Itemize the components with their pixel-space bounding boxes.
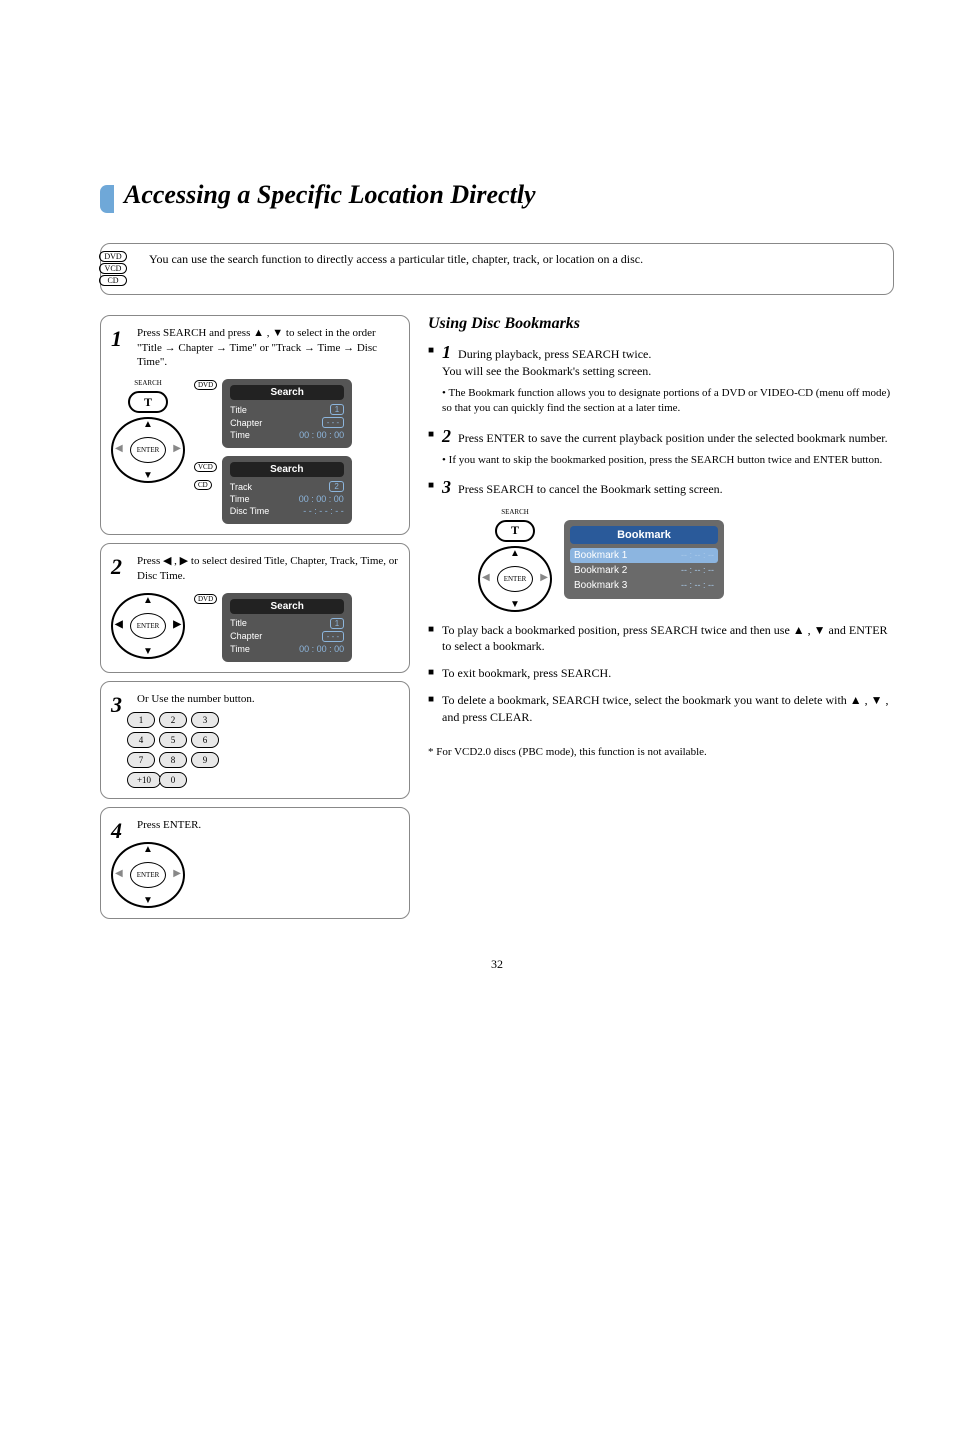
- search-osd-dvd: Search Title1 Chapter- - - Time00 : 00 :…: [222, 379, 352, 448]
- dpad-step2[interactable]: ▲ ▼ ◀ ▶ ENTER: [111, 593, 185, 659]
- right-step-1-text-a: During playback, press SEARCH twice.: [458, 347, 651, 361]
- bookmark-osd-header: Bookmark: [570, 526, 718, 544]
- step-3-box: 3 Or Use the number button. 1 2 3 4 5 6 …: [100, 681, 410, 799]
- bullet-icon: ■: [428, 694, 434, 705]
- right-step-1-number: 1: [442, 342, 451, 362]
- right-step-3-text: Press SEARCH to cancel the Bookmark sett…: [458, 482, 723, 496]
- right-step-1-text-b: You will see the Bookmark's setting scre…: [442, 364, 651, 378]
- numpad-9[interactable]: 9: [191, 752, 219, 768]
- step-2-text: Press ◀ , ▶ to select desired Title, Cha…: [137, 554, 399, 583]
- disc-mini-dvd2: DVD: [194, 594, 217, 604]
- dpad-left-icon[interactable]: ◀: [115, 868, 123, 879]
- dpad-right-icon[interactable]: ▶: [540, 572, 548, 583]
- right-step-2-number: 2: [442, 426, 451, 446]
- numpad-2[interactable]: 2: [159, 712, 187, 728]
- dpad-down-icon[interactable]: ▼: [510, 599, 520, 610]
- bullet-icon: ■: [428, 480, 434, 491]
- bookmark-2-label: Bookmark 2: [574, 565, 627, 576]
- dpad-right-icon[interactable]: ▶: [173, 619, 181, 630]
- dpad-down-icon[interactable]: ▼: [143, 895, 153, 906]
- intro-banner: DVD VCD CD You can use the search functi…: [100, 243, 894, 295]
- dpad-down-icon[interactable]: ▼: [143, 470, 153, 481]
- numpad-6[interactable]: 6: [191, 732, 219, 748]
- bookmark-osd: Bookmark Bookmark 1-- : -- : -- Bookmark…: [564, 520, 724, 599]
- right-bullet-2: To exit bookmark, press SEARCH.: [442, 665, 611, 682]
- enter-button[interactable]: ENTER: [497, 566, 533, 592]
- search-button[interactable]: T: [128, 391, 168, 413]
- step-1-number: 1: [111, 326, 122, 352]
- numpad-8[interactable]: 8: [159, 752, 187, 768]
- step-3-text: Or Use the number button.: [137, 692, 399, 706]
- search-button-label: SEARCH: [134, 379, 162, 387]
- bullet-icon: ■: [428, 345, 434, 356]
- numpad-plus10[interactable]: +10: [127, 772, 161, 788]
- dpad-left-icon[interactable]: ◀: [115, 443, 123, 454]
- right-step-2-text: Press ENTER to save the current playback…: [458, 431, 888, 445]
- left-column: 1 Press SEARCH and press ▲ , ▼ to select…: [100, 315, 410, 927]
- disc-label-vcd: VCD: [99, 263, 127, 274]
- numpad-4[interactable]: 4: [127, 732, 155, 748]
- step-2-number: 2: [111, 554, 122, 580]
- step-2-box: 2 Press ◀ , ▶ to select desired Title, C…: [100, 543, 410, 673]
- dpad-down-icon[interactable]: ▼: [143, 646, 153, 657]
- step-4-text: Press ENTER.: [137, 818, 399, 832]
- dpad-bookmark[interactable]: ▲ ▼ ◀ ▶ ENTER: [478, 546, 552, 612]
- search-osd-step2: Search Title1 Chapter- - - Time00 : 00 :…: [222, 593, 352, 662]
- bullet-icon: ■: [428, 624, 434, 635]
- osd-header: Search: [230, 385, 344, 400]
- dpad-step4[interactable]: ▲ ▼ ◀ ▶ ENTER: [111, 842, 185, 908]
- dpad-left-icon[interactable]: ◀: [115, 619, 123, 630]
- disc-label-dvd: DVD: [99, 251, 127, 262]
- right-step-3-number: 3: [442, 477, 451, 497]
- disc-mini-cd: CD: [194, 480, 212, 490]
- right-bullet-3: To delete a bookmark, SEARCH twice, sele…: [442, 692, 894, 726]
- bullet-icon: ■: [428, 429, 434, 440]
- right-step-2-bullet: If you want to skip the bookmarked posit…: [449, 454, 883, 466]
- step-1-text: Press SEARCH and press ▲ , ▼ to select i…: [137, 326, 399, 369]
- disc-label-cd: CD: [99, 275, 127, 286]
- dpad-up-icon[interactable]: ▲: [143, 595, 153, 606]
- disc-mini-vcd: VCD: [194, 462, 217, 472]
- page-title: Accessing a Specific Location Directly: [124, 180, 536, 209]
- numpad-3[interactable]: 3: [191, 712, 219, 728]
- page-number: 32: [100, 957, 894, 972]
- banner-text: You can use the search function to direc…: [149, 252, 879, 268]
- dpad-up-icon[interactable]: ▲: [143, 419, 153, 430]
- dpad-up-icon[interactable]: ▲: [143, 844, 153, 855]
- enter-button[interactable]: ENTER: [130, 613, 166, 639]
- step-3-number: 3: [111, 692, 122, 718]
- search-button[interactable]: T: [495, 520, 535, 542]
- step-4-number: 4: [111, 818, 122, 844]
- bookmark-1-label: Bookmark 1: [574, 550, 627, 561]
- title-bullet-icon: [100, 185, 114, 213]
- step-1-box: 1 Press SEARCH and press ▲ , ▼ to select…: [100, 315, 410, 535]
- manual-page: Accessing a Specific Location Directly D…: [0, 0, 954, 1032]
- dpad-right-icon[interactable]: ▶: [173, 443, 181, 454]
- numpad-0[interactable]: 0: [159, 772, 187, 788]
- page-title-bar: Accessing a Specific Location Directly: [100, 180, 894, 213]
- footnote: * For VCD2.0 discs (PBC mode), this func…: [428, 746, 894, 758]
- bookmark-3-label: Bookmark 3: [574, 580, 627, 591]
- numpad-5[interactable]: 5: [159, 732, 187, 748]
- dpad-step1[interactable]: ▲ ▼ ◀ ▶ ENTER: [111, 417, 185, 483]
- disc-mini-dvd: DVD: [194, 380, 217, 390]
- bookmark-section-title: Using Disc Bookmarks: [428, 315, 894, 333]
- dpad-right-icon[interactable]: ▶: [173, 868, 181, 879]
- search-osd-vcd: Search Track2 Time00 : 00 : 00 Disc Time…: [222, 456, 352, 524]
- numpad-1[interactable]: 1: [127, 712, 155, 728]
- remote-numpad: 1 2 3 4 5 6 7 8 9 +10 0: [127, 712, 399, 788]
- step-4-box: 4 Press ENTER. ▲ ▼ ◀ ▶ ENTER: [100, 807, 410, 919]
- right-column: Using Disc Bookmarks ■ 1 During playback…: [428, 315, 894, 927]
- dpad-up-icon[interactable]: ▲: [510, 548, 520, 559]
- disc-type-labels: DVD VCD CD: [99, 250, 127, 287]
- bookmark-illustration: SEARCH T ▲ ▼ ◀ ▶ ENTER Bookmark Bookmark…: [478, 508, 894, 612]
- right-bullet-1: To play back a bookmarked position, pres…: [442, 622, 894, 656]
- dpad-left-icon[interactable]: ◀: [482, 572, 490, 583]
- numpad-7[interactable]: 7: [127, 752, 155, 768]
- right-step-1-bullet: The Bookmark function allows you to desi…: [442, 387, 890, 414]
- bullet-icon: ■: [428, 667, 434, 678]
